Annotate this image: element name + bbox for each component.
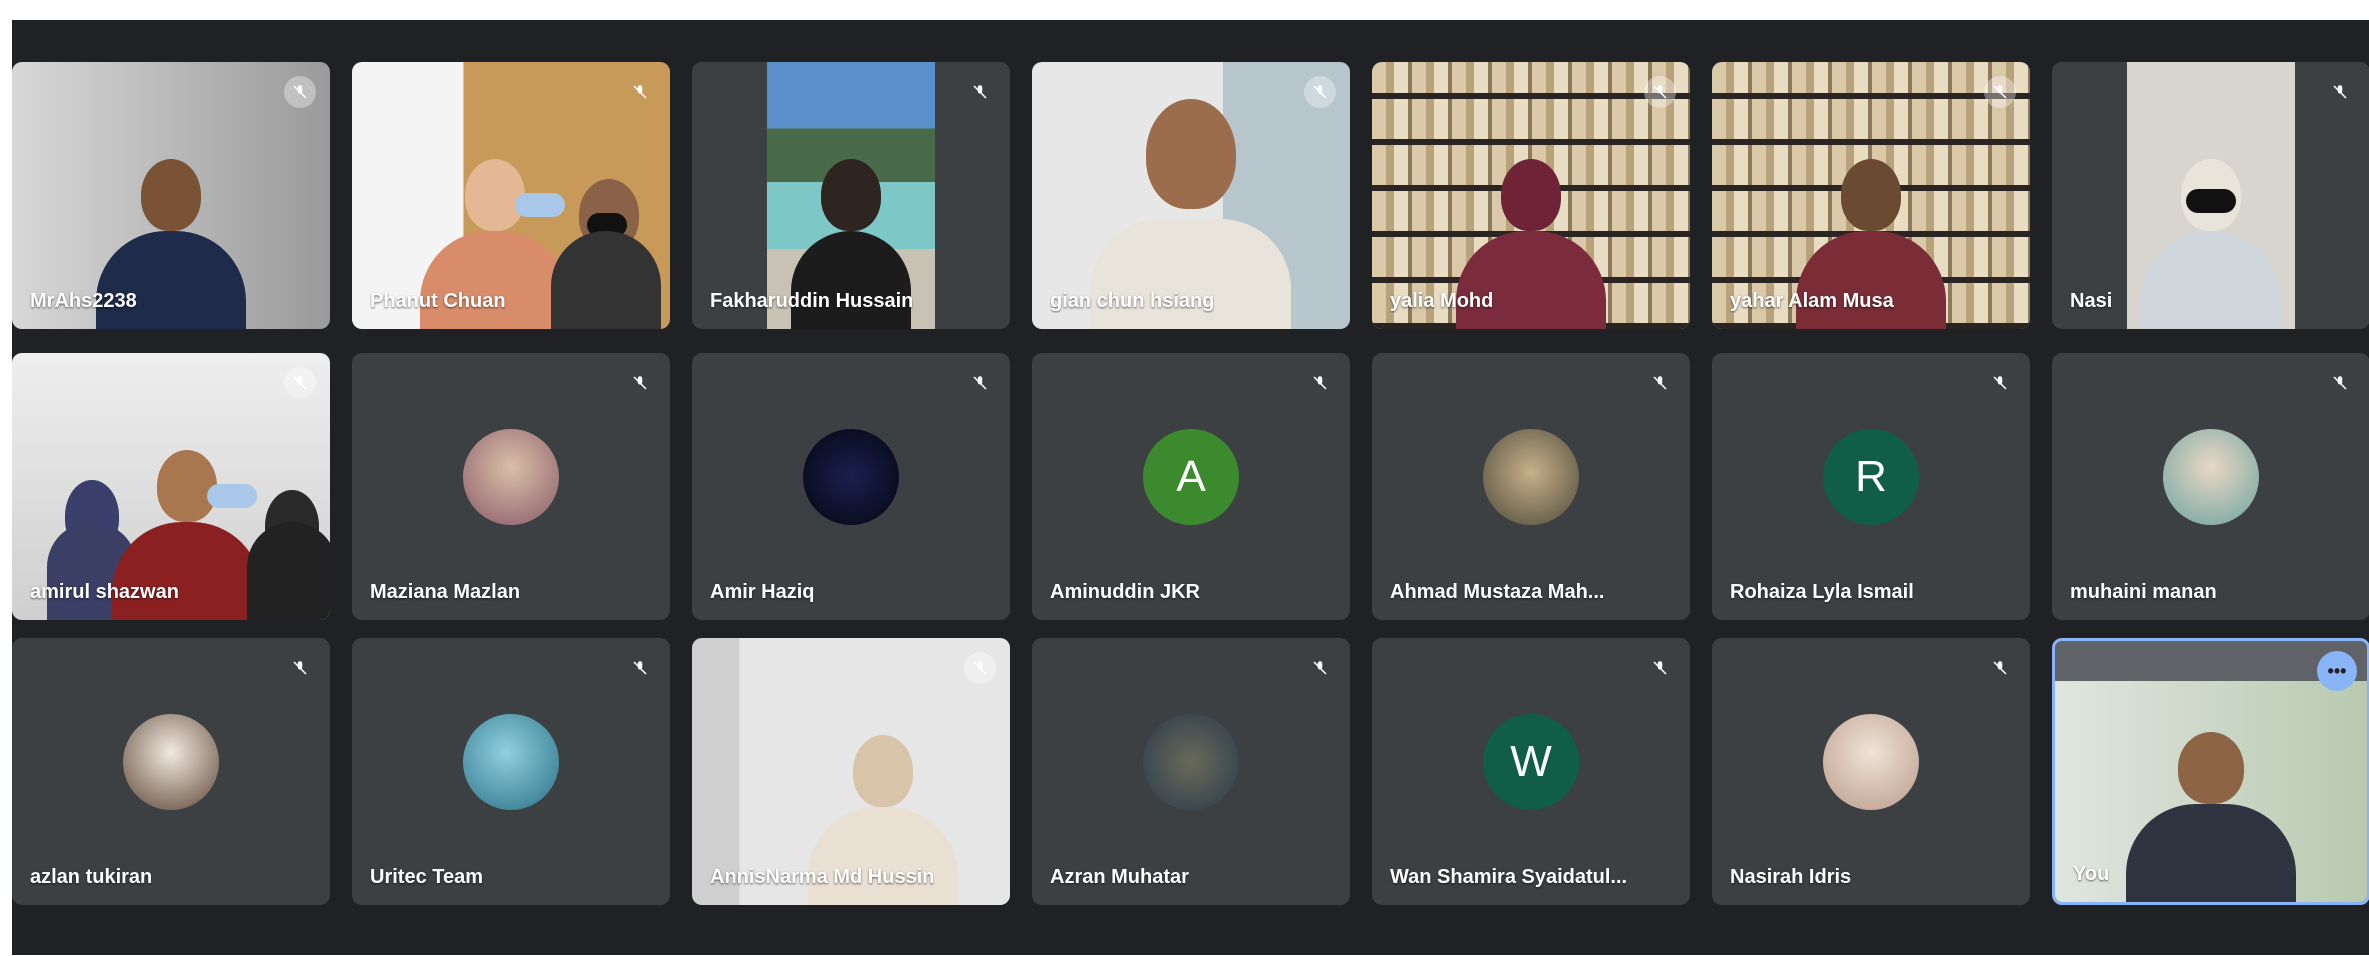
mic-off-icon xyxy=(1984,652,2016,684)
participant-tile[interactable]: R Rohaiza Lyla Ismail xyxy=(1712,353,2030,620)
participant-name: Aminuddin JKR xyxy=(1050,581,1200,603)
avatar xyxy=(1143,713,1239,810)
mic-off-icon xyxy=(624,367,656,399)
participant-tile[interactable]: W Wan Shamira Syaidatul... xyxy=(1372,638,1690,905)
video-feed xyxy=(692,638,1010,905)
mic-off-icon xyxy=(1984,76,2016,108)
participant-name: Azran Muhatar xyxy=(1050,866,1189,888)
participant-tile[interactable]: azlan tukiran xyxy=(12,638,330,905)
participant-tile[interactable]: gian chun hsiang xyxy=(1032,62,1350,329)
mic-off-icon xyxy=(1644,76,1676,108)
mic-off-icon xyxy=(2324,367,2356,399)
video-feed xyxy=(767,62,935,329)
participant-tile[interactable]: Maziana Mazlan xyxy=(352,353,670,620)
mic-off-icon xyxy=(964,652,996,684)
participant-name: MrAhs2238 xyxy=(30,290,137,312)
participant-name: Nasi xyxy=(2070,290,2113,312)
participant-tile[interactable]: Amir Haziq xyxy=(692,353,1010,620)
avatar xyxy=(1823,713,1919,810)
mic-off-icon xyxy=(624,76,656,108)
participant-tile[interactable]: MrAhs2238 xyxy=(12,62,330,329)
participant-figure xyxy=(2141,159,2281,329)
participant-name: Amir Haziq xyxy=(710,581,815,603)
avatar: R xyxy=(1823,428,1919,525)
participant-name: AnnisNarma Md Hussin xyxy=(710,866,935,888)
video-feed xyxy=(352,62,670,329)
mic-off-icon xyxy=(1644,367,1676,399)
participant-name: Uritec Team xyxy=(370,866,484,888)
mic-off-icon xyxy=(1984,367,2016,399)
participant-tile[interactable]: Fakharuddin Hussain xyxy=(692,62,1010,329)
participant-name: yalia Mohd xyxy=(1390,290,1494,312)
participant-name: Ahmad Mustaza Mah... xyxy=(1390,581,1605,603)
participant-name: azlan tukiran xyxy=(30,866,153,888)
video-feed xyxy=(1032,62,1350,329)
participant-tile[interactable]: amirul shazwan xyxy=(12,353,330,620)
participant-name: Rohaiza Lyla Ismail xyxy=(1730,581,1914,603)
participant-name: Maziana Mazlan xyxy=(370,581,521,603)
mic-off-icon xyxy=(624,652,656,684)
mic-off-icon xyxy=(1304,367,1336,399)
video-feed xyxy=(12,62,330,329)
avatar xyxy=(123,713,219,810)
mic-off-icon xyxy=(1304,652,1336,684)
participant-figure xyxy=(2126,732,2296,902)
self-view-tile[interactable]: ••• You xyxy=(2052,638,2369,905)
avatar: W xyxy=(1483,713,1579,810)
more-options-button[interactable]: ••• xyxy=(2317,651,2357,691)
participant-name: amirul shazwan xyxy=(30,581,179,603)
participant-tile[interactable]: Azran Muhatar xyxy=(1032,638,1350,905)
participant-tile[interactable]: muhaini manan xyxy=(2052,353,2369,620)
video-feed xyxy=(2127,62,2295,329)
mic-off-icon xyxy=(964,76,996,108)
participant-name: muhaini manan xyxy=(2070,581,2217,603)
mic-off-icon xyxy=(1304,76,1336,108)
participant-name: yahar Alam Musa xyxy=(1730,290,1894,312)
participant-name: gian chun hsiang xyxy=(1050,290,1215,312)
participant-name: Nasirah Idris xyxy=(1730,866,1852,888)
avatar xyxy=(803,428,899,525)
video-feed xyxy=(1372,62,1690,329)
participant-tile[interactable]: yalia Mohd xyxy=(1372,62,1690,329)
participant-tile[interactable]: Nasirah Idris xyxy=(1712,638,2030,905)
mic-off-icon xyxy=(2324,76,2356,108)
avatar xyxy=(463,428,559,525)
participant-tile[interactable]: Nasi xyxy=(2052,62,2369,329)
participant-tile[interactable]: Uritec Team xyxy=(352,638,670,905)
mic-off-icon xyxy=(284,652,316,684)
participant-name: You xyxy=(2073,863,2110,885)
avatar xyxy=(2163,428,2259,525)
meeting-grid: MrAhs2238 Phanut Chuan Fakharuddin Hussa… xyxy=(12,20,2369,955)
avatar xyxy=(463,713,559,810)
participant-tile[interactable]: A Aminuddin JKR xyxy=(1032,353,1350,620)
mic-off-icon xyxy=(964,367,996,399)
participant-tile[interactable]: yahar Alam Musa xyxy=(1712,62,2030,329)
mic-off-icon xyxy=(284,367,316,399)
participant-figure xyxy=(246,490,330,620)
mic-off-icon xyxy=(284,76,316,108)
video-feed xyxy=(1712,62,2030,329)
avatar xyxy=(1483,428,1579,525)
participant-name: Wan Shamira Syaidatul... xyxy=(1390,866,1628,888)
mic-off-icon xyxy=(1644,652,1676,684)
video-feed xyxy=(12,353,330,620)
more-options-icon: ••• xyxy=(2327,661,2347,681)
participant-tile[interactable]: AnnisNarma Md Hussin xyxy=(692,638,1010,905)
participant-figure xyxy=(551,179,662,329)
participant-name: Fakharuddin Hussain xyxy=(710,290,914,312)
participant-tile[interactable]: Phanut Chuan xyxy=(352,62,670,329)
avatar: A xyxy=(1143,428,1239,525)
participant-tile[interactable]: Ahmad Mustaza Mah... xyxy=(1372,353,1690,620)
participant-name: Phanut Chuan xyxy=(370,290,506,312)
